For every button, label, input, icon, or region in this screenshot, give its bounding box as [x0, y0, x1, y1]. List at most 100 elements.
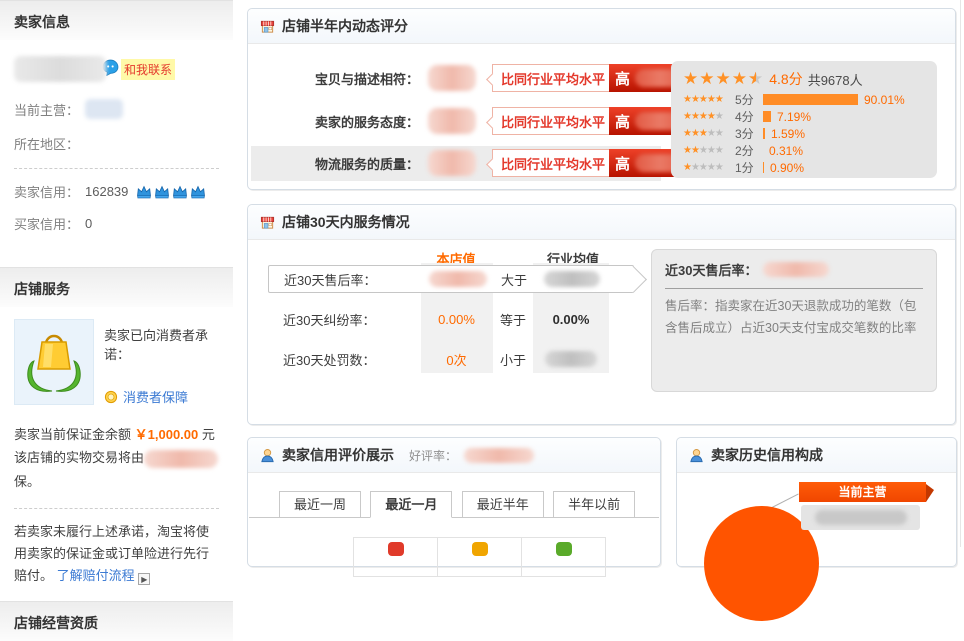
buyer-credit-value: 0: [85, 216, 92, 231]
qualification-section: 店铺经营资质: [0, 601, 233, 641]
stars-icon: ★★★★★: [683, 128, 735, 139]
industry-value-redacted: [544, 271, 600, 287]
seller-info-title: 卖家信息: [0, 0, 233, 40]
crown-icon: [172, 185, 188, 199]
dsr-compare-bubble: 比同行业平均水平 高: [492, 149, 698, 177]
warning-text: 若卖家未履行上述承诺，淘宝将使用卖家的保证金或订单险进行先行赔付。 了解赔付流程…: [14, 521, 219, 587]
storefront-icon: [260, 215, 275, 230]
rating-label: 4分: [735, 108, 763, 125]
rating-percent: 1.59%: [771, 127, 805, 141]
rating-dist-row: ★★★★★ 4分 7.19%: [683, 108, 927, 125]
rating-bar: [763, 111, 771, 122]
rating-percent: 0.90%: [770, 161, 804, 175]
rating-dist-row: ★★★★★ 1分 0.90%: [683, 159, 927, 176]
main-business-label: 当前主营：: [14, 100, 79, 119]
contact-me-button[interactable]: 和我联系: [121, 59, 175, 80]
main-business-redacted: [85, 99, 123, 119]
rating-percent: 90.01%: [864, 93, 905, 107]
tab-last-week[interactable]: 最近一周: [279, 491, 361, 518]
service-panel-header: 店铺30天内服务情况: [248, 205, 955, 240]
dsr-compare-bubble: 比同行业平均水平 高: [492, 64, 698, 92]
service-row-dispute: 近30天纠纷率： 0.00% 等于 0.00%: [268, 305, 634, 333]
tab-half-year[interactable]: 最近半年: [462, 491, 544, 518]
guarantee-medal-icon: [104, 390, 118, 404]
stars-icon: ★★★★★: [683, 145, 735, 156]
storefront-icon: [260, 19, 275, 34]
positive-rate-label: 好评率：: [409, 447, 457, 464]
service-row-aftersale[interactable]: 近30天售后率： 大于: [268, 265, 634, 293]
seller-credit-label: 卖家信用：: [14, 182, 79, 201]
dsr-row-service[interactable]: 卖家的服务态度： 比同行业平均水平 高: [251, 104, 698, 138]
info-box-title: 近30天售后率：: [665, 260, 757, 279]
main-business-row: 当前主营：: [14, 99, 219, 119]
shop-value-redacted: [429, 271, 487, 287]
dsr-panel: 店铺半年内动态评分 宝贝与描述相符： 比同行业平均水平 高 卖家的服务态度： 比…: [247, 8, 956, 190]
seller-info-section: 卖家信息 和我联系 当前主营： 所在地区： 卖家信用： 162839: [0, 0, 233, 233]
tab-last-month[interactable]: 最近一月: [370, 491, 452, 518]
dsr-row-description[interactable]: 宝贝与描述相符： 比同行业平均水平 高: [251, 61, 698, 95]
higher-word: 高: [609, 153, 630, 174]
credit-panel-title: 卖家信用评价展示: [282, 445, 394, 465]
credit-history-panel: 卖家历史信用构成 当前主营: [676, 437, 957, 567]
dsr-panel-title: 店铺半年内动态评分: [282, 16, 408, 36]
stars-icon: ★★★★★: [683, 162, 735, 173]
time-range-tabs: 最近一周 最近一月 最近半年 半年以前: [249, 491, 659, 518]
relation-text: 大于: [494, 270, 534, 289]
service-row-penalty: 近30天处罚数： 0次 小于: [268, 345, 634, 373]
crown-icon: [190, 185, 206, 199]
dsr-panel-header: 店铺半年内动态评分: [248, 9, 955, 44]
history-panel-title: 卖家历史信用构成: [711, 445, 823, 465]
divider: [14, 168, 219, 169]
compensation-link[interactable]: 了解赔付流程: [57, 568, 135, 583]
divider: [14, 508, 219, 509]
deposit-redacted: [144, 450, 218, 468]
stars-icon: ★★★★★: [683, 111, 735, 122]
selected-row-arrow-icon: [620, 266, 647, 293]
dsr-compare-bubble: 比同行业平均水平 高: [492, 107, 698, 135]
deposit-text: 卖家当前保证金余额 ￥1,000.00 元 该店铺的实物交易将由保。: [14, 423, 219, 493]
neutral-rating-cell: [437, 537, 522, 577]
qualification-title: 店铺经营资质: [0, 601, 233, 641]
seller-credit-value: 162839: [85, 184, 128, 199]
shop-value: 0.00%: [420, 312, 493, 327]
consumer-protection-icon: [14, 319, 94, 405]
rating-bar: [763, 94, 858, 105]
business-name-redacted: [801, 505, 920, 530]
service-row-label: 近30天售后率：: [269, 270, 421, 289]
history-panel-header: 卖家历史信用构成: [677, 438, 956, 473]
compare-text: 比同行业平均水平: [493, 154, 609, 173]
higher-word: 高: [609, 111, 630, 132]
rating-percent: 0.31%: [769, 144, 803, 158]
bad-rating-icon: [556, 542, 572, 556]
credit-panel-header: 卖家信用评价展示 好评率：: [248, 438, 660, 473]
shop-service-section: 店铺服务 卖家已向消费者承诺： 消费者保障: [0, 267, 233, 587]
info-value-redacted: [763, 262, 829, 277]
relation-text: 小于: [493, 350, 533, 369]
rating-label: 1分: [735, 159, 763, 176]
consumer-guarantee-link[interactable]: 消费者保障: [123, 387, 188, 406]
page-edge-divider: [960, 0, 961, 547]
region-label: 所在地区：: [14, 134, 79, 153]
region-row: 所在地区：: [14, 134, 219, 153]
crown-icon: [136, 185, 152, 199]
industry-value-redacted: [545, 351, 597, 367]
dsr-row-label: 物流服务的质量：: [251, 154, 419, 173]
service-row-label: 近30天纠纷率：: [268, 310, 420, 329]
info-box-description: 售后率：指卖家在近30天退款成功的笔数（包含售后成立）占近30天支付宝成交笔数的…: [665, 296, 923, 340]
rating-percent: 7.19%: [777, 110, 811, 124]
seller-name-row: 和我联系: [14, 54, 219, 84]
dsr-score-redacted: [428, 150, 476, 176]
service-row-label: 近30天处罚数：: [268, 350, 420, 369]
dsr-row-logistics[interactable]: 物流服务的质量： 比同行业平均水平 高: [251, 146, 698, 180]
seller-credit-row: 卖家信用： 162839: [14, 182, 219, 201]
rating-count: 共9678人: [808, 70, 863, 89]
neutral-rating-icon: [472, 542, 488, 556]
buyer-credit-label: 买家信用：: [14, 214, 79, 233]
deposit-amount: ￥1,000.00: [135, 427, 199, 442]
play-icon[interactable]: ▶: [138, 573, 150, 585]
dsr-score-redacted: [428, 108, 476, 134]
crown-rating: [136, 185, 206, 199]
rating-table: [354, 537, 606, 577]
dsr-row-label: 宝贝与描述相符：: [251, 69, 419, 88]
tab-before-half-year[interactable]: 半年以前: [553, 491, 635, 518]
